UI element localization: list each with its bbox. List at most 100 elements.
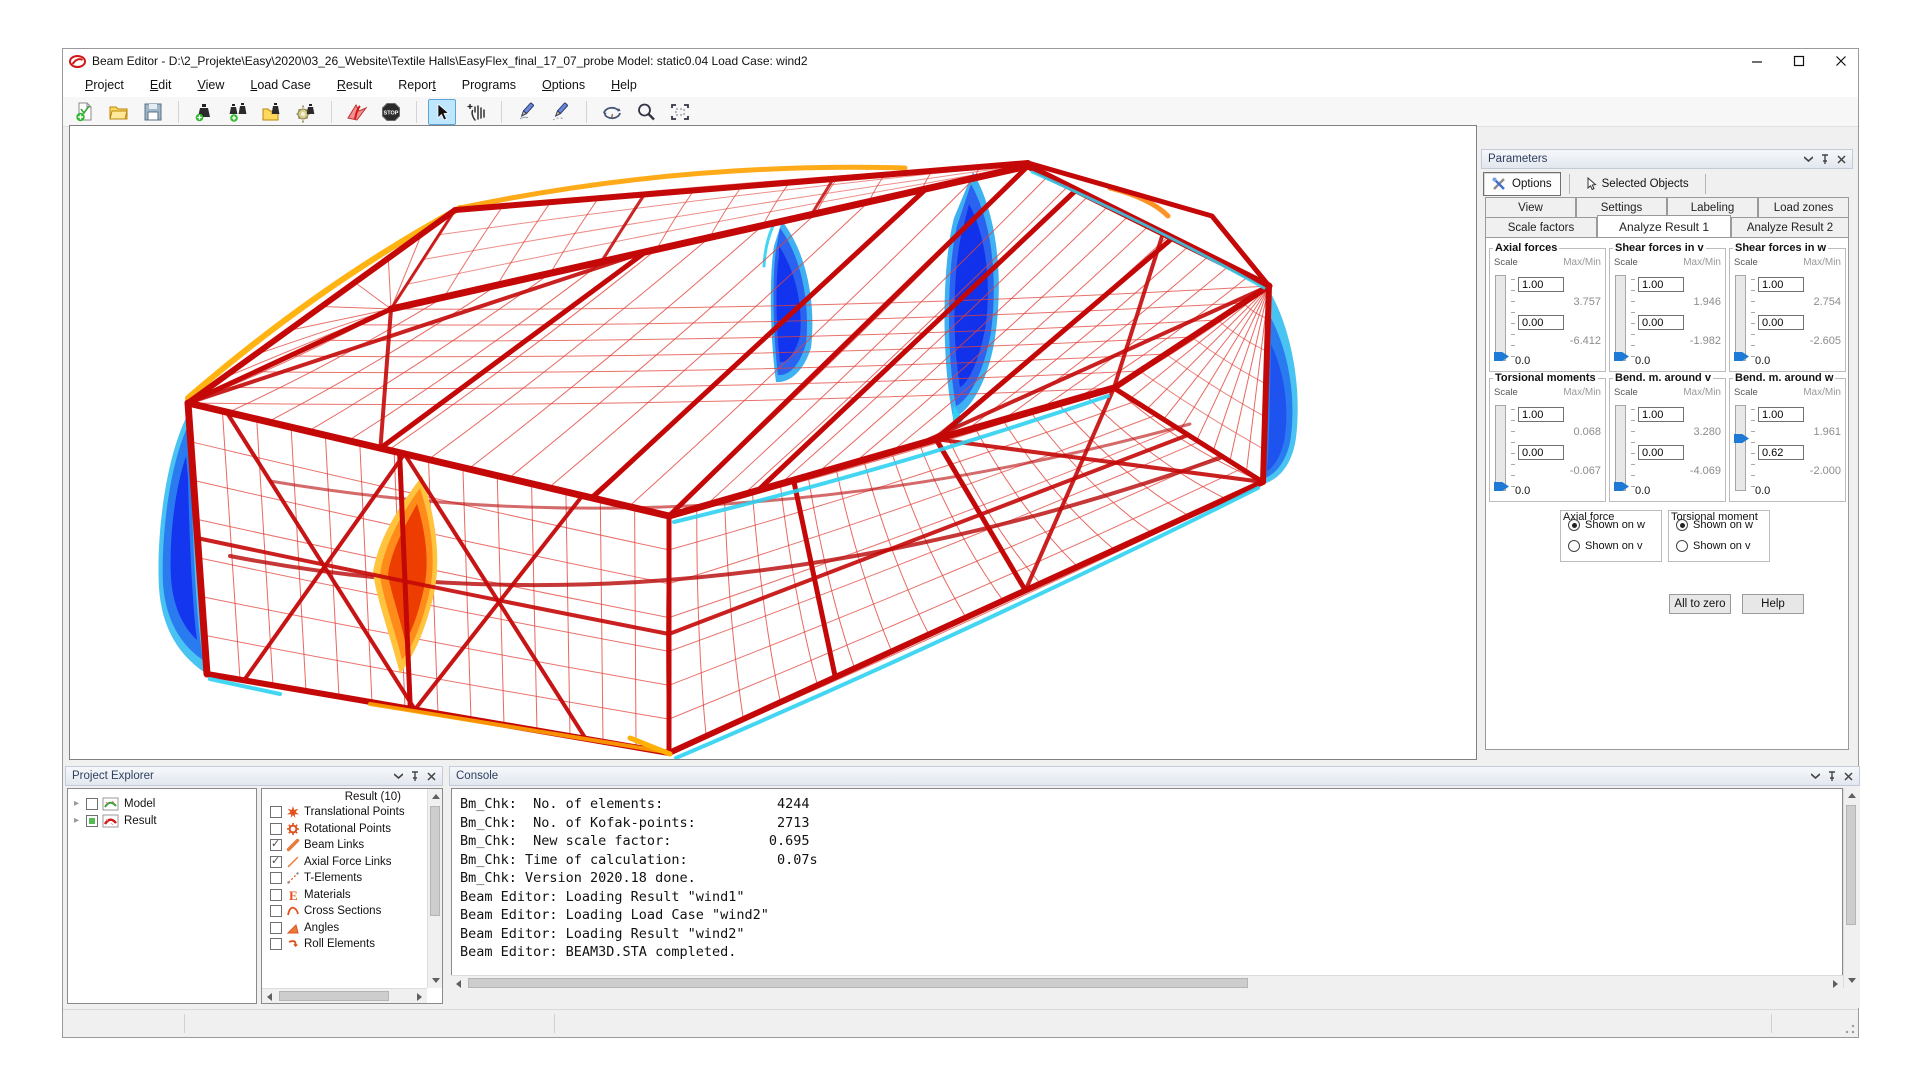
tab-analyze-result-2[interactable]: Analyze Result 2 — [1731, 217, 1849, 237]
list-item-rotational-points[interactable]: Rotational Points — [262, 821, 427, 838]
tree-item-result[interactable]: ▸ Result — [68, 812, 256, 829]
help-button[interactable]: Help — [1742, 594, 1804, 614]
menu-options[interactable]: Options — [542, 78, 585, 92]
orbit-icon[interactable] — [598, 99, 626, 125]
radio-dot[interactable] — [1676, 519, 1688, 531]
min-value: -6.412 — [1570, 335, 1601, 347]
offset-input[interactable] — [1518, 315, 1564, 330]
tab-analyze-result-1[interactable]: Analyze Result 1 — [1597, 215, 1731, 237]
list-item-beam-links[interactable]: Beam Links — [262, 837, 427, 854]
menu-help[interactable]: Help — [611, 78, 637, 92]
scale-group-shear-w: Shear forces in w Scale Max/Min 2.754 -2… — [1729, 248, 1846, 372]
menu-result[interactable]: Result — [337, 78, 372, 92]
scale-slider[interactable] — [1735, 275, 1746, 361]
options-button[interactable]: Options — [1483, 172, 1561, 196]
offset-input[interactable] — [1638, 445, 1684, 460]
scale-input[interactable] — [1518, 277, 1564, 292]
draw-link-icon[interactable] — [547, 99, 575, 125]
pin-icon[interactable] — [1828, 771, 1836, 781]
list-item-materials[interactable]: E Materials — [262, 887, 427, 904]
zoom-extents-icon[interactable] — [666, 99, 694, 125]
menu-report[interactable]: Report — [398, 78, 436, 92]
zoom-icon[interactable] — [632, 99, 660, 125]
chevron-down-icon[interactable] — [394, 773, 403, 779]
tab-labeling[interactable]: Labeling — [1667, 197, 1758, 217]
tab-load-zones[interactable]: Load zones — [1758, 197, 1849, 217]
resize-grip[interactable] — [1844, 1023, 1856, 1035]
list-item-translational-points[interactable]: Translational Points — [262, 804, 427, 821]
scale-slider[interactable] — [1495, 405, 1506, 491]
minimize-button[interactable] — [1750, 54, 1764, 68]
chevron-down-icon[interactable] — [1811, 773, 1820, 779]
add-load-icon[interactable] — [190, 99, 218, 125]
calculate-icon[interactable] — [343, 99, 371, 125]
selected-objects-button[interactable]: Selected Objects — [1578, 172, 1697, 196]
scale-slider[interactable] — [1495, 275, 1506, 361]
chevron-down-icon[interactable] — [1804, 156, 1813, 162]
result-checkbox[interactable] — [86, 815, 98, 827]
stop-icon[interactable]: STOP — [377, 99, 405, 125]
all-to-zero-button[interactable]: All to zero — [1669, 594, 1731, 614]
radio-shown-on-w[interactable]: Shown on w — [1568, 519, 1645, 531]
console-horizontal-scrollbar[interactable] — [451, 975, 1843, 990]
radio-dot[interactable] — [1676, 540, 1688, 552]
list-vertical-scrollbar[interactable] — [427, 789, 442, 988]
open-project-icon[interactable] — [105, 99, 133, 125]
list-item-cross-sections[interactable]: Cross Sections — [262, 903, 427, 920]
list-item-roll-elements[interactable]: Roll Elements — [262, 936, 427, 953]
scale-slider[interactable] — [1615, 275, 1626, 361]
model-viewport[interactable] — [69, 125, 1477, 760]
project-tree: ▸ Model ▸ Result — [67, 788, 257, 1004]
result-list-header: Result (10) — [262, 789, 427, 804]
radio-dot[interactable] — [1568, 540, 1580, 552]
new-model-icon[interactable] — [71, 99, 99, 125]
pan-hand-icon[interactable] — [462, 99, 490, 125]
menu-view[interactable]: View — [197, 78, 224, 92]
console-vertical-scrollbar[interactable] — [1843, 788, 1858, 988]
draw-beam-icon[interactable] — [513, 99, 541, 125]
menu-programs[interactable]: Programs — [462, 78, 516, 92]
offset-input[interactable] — [1518, 445, 1564, 460]
load-case-settings-icon[interactable] — [292, 99, 320, 125]
list-item-t-elements[interactable]: T-Elements — [262, 870, 427, 887]
add-load-case-icon[interactable] — [224, 99, 252, 125]
scale-input[interactable] — [1638, 407, 1684, 422]
open-load-case-icon[interactable] — [258, 99, 286, 125]
radio-shown-on-w[interactable]: Shown on w — [1676, 519, 1753, 531]
offset-input[interactable] — [1758, 315, 1804, 330]
scale-slider[interactable] — [1735, 405, 1746, 491]
tab-settings[interactable]: Settings — [1576, 197, 1667, 217]
select-cursor-icon[interactable] — [428, 99, 456, 125]
close-icon[interactable] — [1837, 155, 1846, 164]
model-checkbox[interactable] — [86, 798, 98, 810]
list-item-angles[interactable]: Angles — [262, 920, 427, 937]
list-horizontal-scrollbar[interactable] — [262, 988, 427, 1003]
offset-input[interactable] — [1638, 315, 1684, 330]
maximize-button[interactable] — [1792, 54, 1806, 68]
console-line: Bm_Chk: Version 2020.18 done. — [460, 869, 1834, 888]
pin-icon[interactable] — [411, 771, 419, 781]
scale-slider[interactable] — [1615, 405, 1626, 491]
expand-icon[interactable]: ▸ — [74, 798, 82, 809]
offset-input[interactable] — [1758, 445, 1804, 460]
tab-scale-factors[interactable]: Scale factors — [1485, 217, 1597, 237]
close-icon[interactable] — [1844, 772, 1853, 781]
menu-project[interactable]: Project — [85, 78, 124, 92]
close-button[interactable] — [1834, 54, 1848, 68]
radio-shown-on-v[interactable]: Shown on v — [1568, 540, 1642, 552]
radio-shown-on-v[interactable]: Shown on v — [1676, 540, 1750, 552]
save-icon[interactable] — [139, 99, 167, 125]
tree-item-model[interactable]: ▸ Model — [68, 795, 256, 812]
close-icon[interactable] — [427, 772, 436, 781]
scale-input[interactable] — [1518, 407, 1564, 422]
list-item-axial-force-links[interactable]: Axial Force Links — [262, 854, 427, 871]
tab-view[interactable]: View — [1485, 197, 1576, 217]
pin-icon[interactable] — [1821, 154, 1829, 164]
scale-input[interactable] — [1638, 277, 1684, 292]
scale-input[interactable] — [1758, 407, 1804, 422]
menu-loadcase[interactable]: Load Case — [250, 78, 310, 92]
expand-icon[interactable]: ▸ — [74, 815, 82, 826]
menu-edit[interactable]: Edit — [150, 78, 172, 92]
radio-dot[interactable] — [1568, 519, 1580, 531]
scale-input[interactable] — [1758, 277, 1804, 292]
